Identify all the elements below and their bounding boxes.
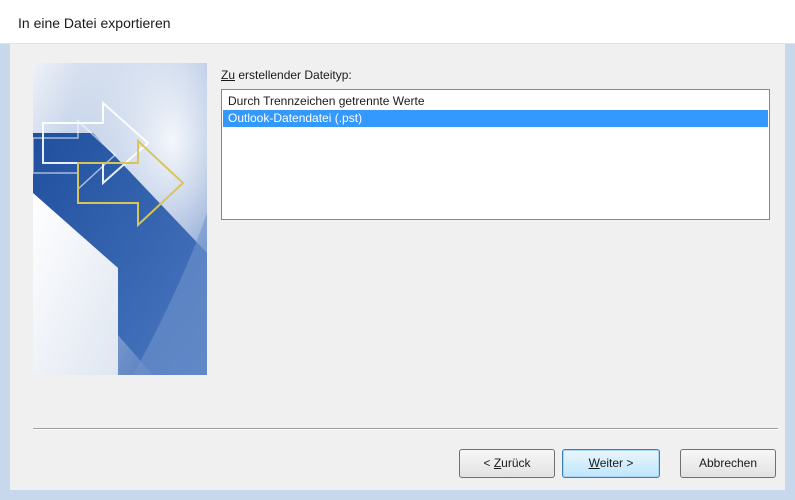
- back-button-label: urück: [501, 456, 531, 470]
- list-item-pst[interactable]: Outlook-Datendatei (.pst): [223, 110, 768, 127]
- cancel-button[interactable]: Abbrechen: [680, 449, 776, 478]
- next-button-mnemonic: W: [588, 456, 600, 470]
- next-button-label: eiter >: [599, 456, 634, 470]
- file-type-label-mnemonic: Zu: [221, 68, 236, 82]
- back-button-prefix: <: [483, 456, 494, 470]
- file-type-label: Zu erstellender Dateityp:: [221, 68, 352, 82]
- export-arrow-graphic-icon: [33, 63, 207, 375]
- window-frame-right: [785, 44, 795, 500]
- file-type-label-text: erstellender Dateityp:: [235, 68, 352, 82]
- window-frame-left: [0, 44, 10, 500]
- file-type-listbox[interactable]: Durch Trennzeichen getrennte Werte Outlo…: [221, 89, 770, 220]
- next-button[interactable]: Weiter >: [562, 449, 660, 478]
- export-dialog: In eine Datei exportieren Zu erstellende…: [0, 0, 795, 500]
- button-separator: [33, 428, 778, 430]
- wizard-graphic: [33, 63, 207, 375]
- window-frame-bottom: [0, 490, 795, 500]
- window-title: In eine Datei exportieren: [18, 15, 171, 31]
- title-bar: In eine Datei exportieren: [0, 0, 795, 44]
- back-button[interactable]: < Zurück: [459, 449, 555, 478]
- list-item-csv[interactable]: Durch Trennzeichen getrennte Werte: [223, 93, 768, 110]
